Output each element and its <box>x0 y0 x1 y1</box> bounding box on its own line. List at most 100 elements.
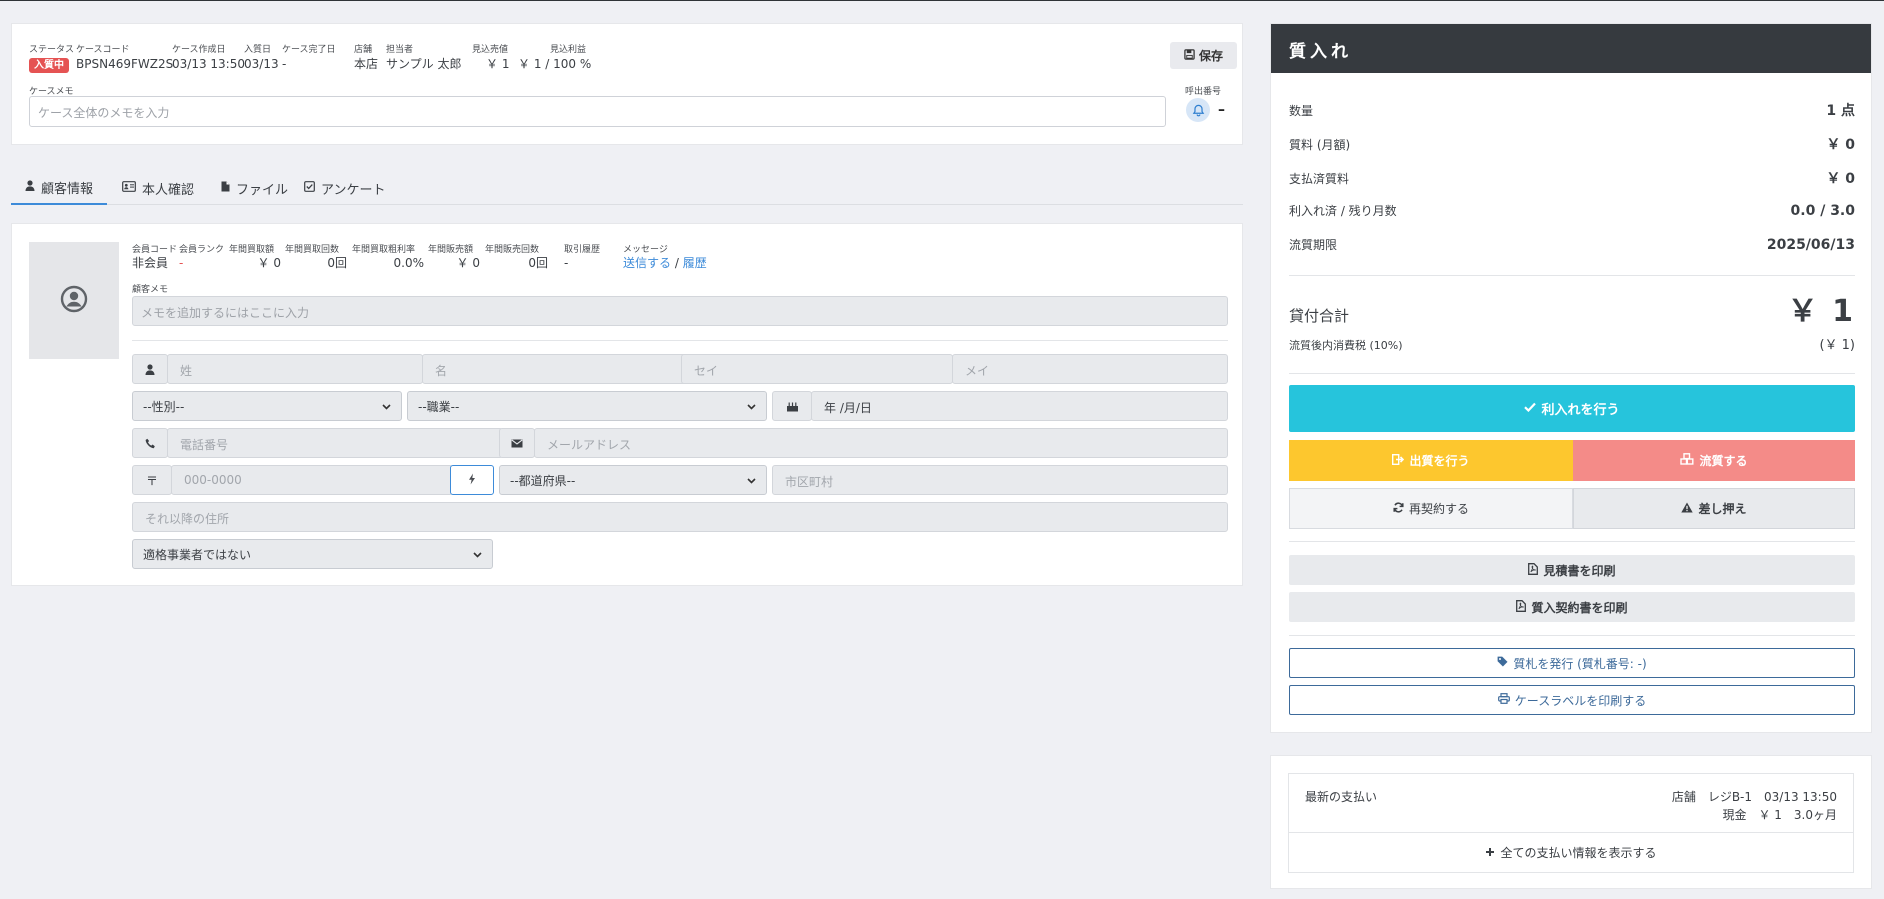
row-label: 質料 (月額) <box>1289 138 1351 152</box>
file-pdf-icon <box>1516 599 1527 615</box>
pawn-panel-title: 質入れ <box>1271 24 1871 73</box>
tab-customer-info[interactable]: 顧客情報 <box>11 171 107 205</box>
divider <box>1289 635 1855 636</box>
sign-out-icon <box>1392 453 1405 468</box>
stat-label: 年間買取回数 <box>285 245 340 255</box>
stat-value: 非会員 <box>132 256 169 270</box>
case-completed-label: ケース完了日 <box>282 45 336 55</box>
print-estimate-button[interactable]: 見積書を印刷 <box>1289 555 1855 585</box>
case-code: ケースコード BPSN469FWZ2S <box>76 44 173 72</box>
est-sale-label: 見込売値 <box>472 45 509 55</box>
print-case-label-button[interactable]: ケースラベルを印刷する <box>1289 685 1855 715</box>
row-label: 流質期限 <box>1289 238 1338 252</box>
case-memo-input[interactable]: ケース全体のメモを入力 <box>29 96 1166 127</box>
customer-memo-input[interactable]: メモを追加するにはここに入力 <box>132 296 1228 326</box>
renew-contract-button[interactable]: 再契約する <box>1289 488 1573 529</box>
loan-total-value: ￥ 1 <box>1787 294 1855 329</box>
staff: 担当者 サンプル 太郎 <box>386 44 461 72</box>
row-label: 支払済質料 <box>1289 172 1350 186</box>
tab-label: アンケート <box>321 182 386 198</box>
issue-pawn-tag-button[interactable]: 質札を発行 (質札番号: -) <box>1289 648 1855 678</box>
tab-survey[interactable]: アンケート <box>304 171 385 205</box>
city-input[interactable]: 市区町村 <box>772 465 1228 495</box>
seize-button[interactable]: 差し押え <box>1573 488 1855 529</box>
paid-fee-row: 支払済質料 ￥ 0 <box>1289 168 1855 188</box>
staff-label: 担当者 <box>386 45 414 55</box>
row-value: ￥ 0 <box>1826 171 1855 187</box>
save-label: 保存 <box>1198 49 1223 63</box>
member-rank: 会員ランク - <box>179 245 224 271</box>
divider <box>132 340 1228 341</box>
save-button[interactable]: 保存 <box>1170 42 1237 69</box>
tab-identity[interactable]: 本人確認 <box>122 171 194 205</box>
customer-info-card: 会員コード 非会員 会員ランク - 年間買取額 ￥ 0 年間買取回数 0回 年間… <box>11 223 1243 586</box>
redeem-button[interactable]: 出質を行う <box>1289 440 1573 481</box>
gender-select[interactable]: --性別-- <box>132 391 402 421</box>
zip-lookup-button[interactable] <box>450 465 494 495</box>
user-icon <box>25 179 35 195</box>
status-badge: 入質中 <box>29 58 69 73</box>
forfeit-button[interactable]: 流質する <box>1573 440 1855 481</box>
prefecture-select[interactable]: --都道府県-- <box>499 465 767 495</box>
payment-store-register-time: 店舗 レジB-1 03/13 13:50 <box>1671 790 1837 804</box>
payment-method-amount-months: 現金 ￥ 1 3.0ヶ月 <box>1722 808 1837 822</box>
case-header-card: ステータス 入質中 ケースコード BPSN469FWZ2S ケース作成日 03/… <box>11 23 1243 145</box>
chevron-down-icon <box>473 547 482 561</box>
address-input[interactable]: それ以降の住所 <box>132 502 1228 532</box>
gender-select-value: --性別-- <box>143 399 185 414</box>
check-icon <box>1524 401 1537 416</box>
print-case-label-label: ケースラベルを印刷する <box>1514 693 1647 708</box>
row-value: 0.0 / 3.0 <box>1790 203 1855 219</box>
redeem-label: 出質を行う <box>1409 454 1470 468</box>
print-icon <box>1497 693 1510 707</box>
loan-total-row: 貸付合計 ￥ 1 <box>1289 286 1855 330</box>
renew-contract-label: 再契約する <box>1408 502 1469 516</box>
phone-icon <box>132 428 168 458</box>
bolt-icon <box>468 473 476 488</box>
plus-icon <box>1485 846 1495 860</box>
stat-label: 会員ランク <box>179 245 225 255</box>
seize-label: 差し押え <box>1698 502 1747 516</box>
last-name-kana-input[interactable]: セイ <box>681 354 953 384</box>
bell-icon[interactable] <box>1186 98 1210 122</box>
warning-icon <box>1681 502 1694 516</box>
check-square-icon <box>304 180 315 196</box>
email-input[interactable]: メールアドレス <box>534 428 1228 458</box>
stat-value: 0.0% <box>393 256 425 270</box>
stat-value: 0回 <box>327 256 347 270</box>
first-name-kana-input[interactable]: メイ <box>952 354 1228 384</box>
envelope-icon <box>499 428 535 458</box>
customer-tabs: 顧客情報 本人確認 ファイル アンケート <box>11 171 1243 205</box>
deadline-row: 流質期限 2025/06/13 <box>1289 236 1855 253</box>
user-circle-icon <box>60 285 88 316</box>
show-all-payments-button[interactable]: 全ての支払い情報を表示する <box>1289 833 1853 872</box>
stat-label: 年間買取額 <box>229 245 275 255</box>
job-select[interactable]: --職業-- <box>407 391 767 421</box>
send-message-link[interactable]: 送信する <box>623 256 671 270</box>
case-completed-value: - <box>282 57 287 71</box>
tab-files[interactable]: ファイル <box>221 171 288 205</box>
last-name-input[interactable]: 姓 <box>167 354 423 384</box>
first-name-input[interactable]: 名 <box>422 354 687 384</box>
invoice-status-select[interactable]: 適格事業者ではない <box>132 539 493 569</box>
call-number-label: 呼出番号 <box>1185 87 1222 97</box>
stat-label: メッセージ <box>623 245 668 255</box>
zip-input[interactable]: 000-0000 <box>171 465 453 495</box>
print-contract-button[interactable]: 質入契約書を印刷 <box>1289 592 1855 622</box>
est-sale-value: ￥ 1 <box>486 57 510 71</box>
stat-label: 年間買取粗利率 <box>352 245 416 255</box>
phone-input[interactable]: 電話番号 <box>167 428 503 458</box>
row-value: ￥ 0 <box>1826 137 1855 153</box>
annual-purchase-count: 年間買取回数 0回 <box>285 245 347 271</box>
stat-label: 取引履歴 <box>564 245 601 255</box>
divider <box>1289 373 1855 374</box>
separator: / <box>674 256 679 270</box>
stat-value: - <box>179 256 184 270</box>
file-icon <box>221 181 230 196</box>
birthday-input[interactable]: 年 /月/日 <box>811 391 1228 421</box>
message-history-link[interactable]: 履歴 <box>683 256 707 270</box>
tab-label: 本人確認 <box>142 182 195 198</box>
file-pdf-icon <box>1528 562 1539 578</box>
interest-payment-button[interactable]: 利入れを行う <box>1289 385 1855 432</box>
stat-label: 年間販売額 <box>428 245 474 255</box>
